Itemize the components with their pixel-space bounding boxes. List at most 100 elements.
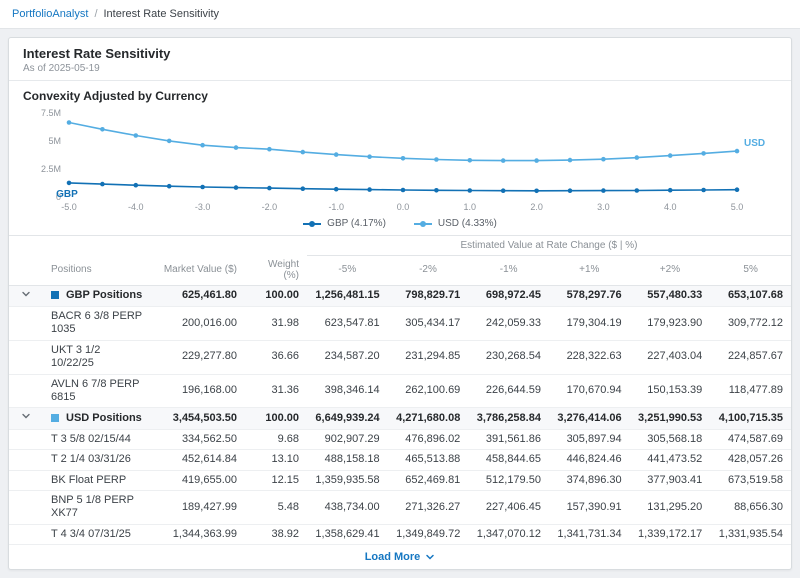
position-row: T 2 1/4 03/31/26452,614.8413.10488,158.1… [9, 450, 791, 470]
page-title: Interest Rate Sensitivity [23, 46, 777, 61]
weight-cell: 100.00 [245, 285, 307, 306]
rate-change-value-cell-5: 1,331,935.54 [710, 524, 791, 544]
breadcrumb-separator: / [94, 8, 97, 20]
rate-change-value-cell-5: 428,057.26 [710, 450, 791, 470]
rate-change-value-cell-2: 3,786,258.84 [468, 408, 549, 429]
rate-change-value-cell-3: 446,824.46 [549, 450, 630, 470]
rate-change-value-cell-4: 441,473.52 [630, 450, 711, 470]
interest-rate-sensitivity-card: Interest Rate Sensitivity As of 2025-05-… [8, 37, 792, 570]
market-value-cell: 229,277.80 [153, 340, 245, 374]
legend-item-gbp[interactable]: GBP (4.17%) [303, 218, 386, 229]
legend-label: GBP (4.17%) [327, 218, 386, 229]
as-of-date: As of 2025-05-19 [23, 63, 777, 74]
rate-change-value-cell-1: 231,294.85 [388, 340, 469, 374]
market-value-cell: 189,427.99 [153, 490, 245, 524]
svg-text:7.5M: 7.5M [41, 108, 61, 118]
rate-change-value-cell-3: 374,896.30 [549, 470, 630, 490]
svg-text:1.0: 1.0 [464, 202, 477, 212]
rate-change-value-cell-4: 179,923.90 [630, 306, 711, 340]
position-name-cell: AVLN 6 7/8 PERP6815 [43, 374, 153, 408]
weight-cell: 13.10 [245, 450, 307, 470]
load-more-label: Load More [365, 551, 421, 563]
group-row-usd[interactable]: USD Positions3,454,503.50100.006,649,939… [9, 408, 791, 429]
rate-change-value-cell-0: 1,256,481.15 [307, 285, 388, 306]
weight-cell: 12.15 [245, 470, 307, 490]
currency-swatch-icon [51, 291, 59, 299]
position-row: AVLN 6 7/8 PERP6815196,168.0031.36398,34… [9, 374, 791, 408]
svg-text:5.0: 5.0 [731, 202, 744, 212]
market-value-cell: 625,461.80 [153, 285, 245, 306]
rate-change-value-cell-1: 262,100.69 [388, 374, 469, 408]
collapse-chevron-icon[interactable] [21, 289, 31, 299]
rate-header-minus2: -2% [388, 256, 469, 286]
rate-change-value-cell-1: 798,829.71 [388, 285, 469, 306]
group-row-gbp[interactable]: GBP Positions625,461.80100.001,256,481.1… [9, 285, 791, 306]
group-header-row: Estimated Value at Rate Change ($ | %) [9, 236, 791, 256]
svg-text:-1.0: -1.0 [328, 202, 344, 212]
chart-legend: GBP (4.17%) USD (4.33%) [23, 217, 777, 235]
svg-text:0.0: 0.0 [397, 202, 410, 212]
rate-change-value-cell-0: 488,158.18 [307, 450, 388, 470]
position-name-cell: USD Positions [43, 408, 153, 429]
rate-change-value-cell-0: 1,358,629.41 [307, 524, 388, 544]
rate-change-value-cell-2: 242,059.33 [468, 306, 549, 340]
market-value-cell: 196,168.00 [153, 374, 245, 408]
svg-text:2.0: 2.0 [530, 202, 543, 212]
position-row: BACR 6 3/8 PERP1035200,016.0031.98623,54… [9, 306, 791, 340]
weight-cell: 5.48 [245, 490, 307, 524]
rate-change-value-cell-2: 512,179.50 [468, 470, 549, 490]
top-bar: PortfolioAnalyst / Interest Rate Sensiti… [0, 0, 800, 29]
rate-change-value-cell-4: 1,339,172.17 [630, 524, 711, 544]
position-name-cell: BACR 6 3/8 PERP1035 [43, 306, 153, 340]
rate-change-value-cell-4: 377,903.41 [630, 470, 711, 490]
rate-change-value-cell-5: 118,477.89 [710, 374, 791, 408]
breadcrumb-root-link[interactable]: PortfolioAnalyst [12, 8, 88, 20]
weight-cell: 31.98 [245, 306, 307, 340]
rate-change-value-cell-0: 6,649,939.24 [307, 408, 388, 429]
positions-table-wrap: Estimated Value at Rate Change ($ | %) P… [9, 235, 791, 569]
rate-change-value-cell-4: 557,480.33 [630, 285, 711, 306]
rate-header-plus1: +1% [549, 256, 630, 286]
legend-item-usd[interactable]: USD (4.33%) [414, 218, 497, 229]
rate-header-minus5: -5% [307, 256, 388, 286]
collapse-chevron-icon[interactable] [21, 411, 31, 421]
chevron-column-header [9, 256, 43, 286]
breadcrumb: PortfolioAnalyst / Interest Rate Sensiti… [12, 8, 219, 20]
rate-change-value-cell-1: 476,896.02 [388, 429, 469, 449]
rate-change-value-cell-1: 465,513.88 [388, 450, 469, 470]
convexity-line-chart: 02.5M5M7.5M-5.0-4.0-3.0-2.0-1.00.01.02.0… [23, 105, 779, 217]
market-value-cell: 3,454,503.50 [153, 408, 245, 429]
rate-change-value-cell-3: 170,670.94 [549, 374, 630, 408]
position-name-cell: T 4 3/4 07/31/25 [43, 524, 153, 544]
rate-change-value-cell-3: 228,322.63 [549, 340, 630, 374]
market-value-cell: 200,016.00 [153, 306, 245, 340]
rate-change-value-cell-2: 391,561.86 [468, 429, 549, 449]
svg-text:3.0: 3.0 [597, 202, 610, 212]
rate-change-value-cell-0: 398,346.14 [307, 374, 388, 408]
rate-change-value-cell-4: 131,295.20 [630, 490, 711, 524]
rate-change-value-cell-4: 150,153.39 [630, 374, 711, 408]
market-value-cell: 452,614.84 [153, 450, 245, 470]
svg-text:-2.0: -2.0 [262, 202, 278, 212]
svg-text:5M: 5M [48, 136, 61, 146]
positions-column-header: Positions [43, 256, 153, 286]
page-body: Interest Rate Sensitivity As of 2025-05-… [0, 29, 800, 578]
position-name-cell: T 2 1/4 03/31/26 [43, 450, 153, 470]
rate-change-value-cell-5: 88,656.30 [710, 490, 791, 524]
positions-table: Estimated Value at Rate Change ($ | %) P… [9, 235, 791, 545]
rate-change-value-cell-5: 673,519.58 [710, 470, 791, 490]
card-header: Interest Rate Sensitivity As of 2025-05-… [9, 38, 791, 81]
rate-change-value-cell-5: 4,100,715.35 [710, 408, 791, 429]
chart-section: Convexity Adjusted by Currency 02.5M5M7.… [9, 81, 791, 235]
header-spacer [9, 236, 307, 256]
rate-change-value-cell-3: 578,297.76 [549, 285, 630, 306]
rate-change-value-cell-4: 305,568.18 [630, 429, 711, 449]
svg-text:-4.0: -4.0 [128, 202, 144, 212]
market-value-column-header: Market Value ($) [153, 256, 245, 286]
rate-change-value-cell-2: 458,844.65 [468, 450, 549, 470]
position-name-cell: UKT 3 1/210/22/25 [43, 340, 153, 374]
rate-change-value-cell-3: 179,304.19 [549, 306, 630, 340]
rate-change-value-cell-0: 438,734.00 [307, 490, 388, 524]
rate-change-value-cell-2: 1,347,070.12 [468, 524, 549, 544]
rate-change-value-cell-2: 230,268.54 [468, 340, 549, 374]
